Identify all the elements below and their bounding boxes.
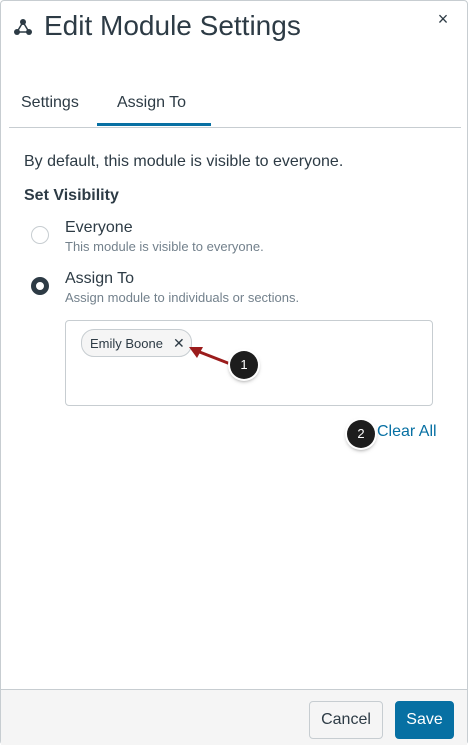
assignee-name: Emily Boone bbox=[90, 335, 163, 351]
everyone-sublabel: This module is visible to everyone. bbox=[65, 239, 264, 254]
set-visibility-label: Set Visibility bbox=[24, 187, 119, 204]
assign-to-label: Assign To bbox=[65, 270, 135, 287]
assign-to-sublabel: Assign module to individuals or sections… bbox=[65, 290, 300, 305]
save-button[interactable]: Save bbox=[395, 701, 454, 739]
dialog-header: Edit Module Settings × bbox=[1, 1, 467, 57]
dialog-title: Edit Module Settings bbox=[44, 10, 301, 41]
tab-settings[interactable]: Settings bbox=[21, 93, 79, 113]
assign-to-radio[interactable] bbox=[31, 277, 49, 295]
everyone-radio[interactable] bbox=[31, 226, 49, 244]
dialog-footer: Cancel Save bbox=[1, 689, 467, 745]
tab-list: Settings Assign To bbox=[9, 81, 461, 128]
callout-badge-2: 2 bbox=[347, 420, 375, 448]
visibility-description: By default, this module is visible to ev… bbox=[24, 153, 344, 170]
tab-assign-to[interactable]: Assign To bbox=[117, 93, 186, 113]
modules-icon bbox=[14, 19, 32, 35]
clear-all-link[interactable]: Clear All bbox=[377, 422, 437, 442]
active-tab-indicator bbox=[97, 123, 211, 126]
cancel-button[interactable]: Cancel bbox=[309, 701, 383, 739]
close-icon[interactable]: × bbox=[433, 9, 453, 29]
callout-badge-1: 1 bbox=[230, 351, 258, 379]
edit-module-settings-dialog: Edit Module Settings × Settings Assign T… bbox=[0, 0, 468, 745]
assignee-pill: Emily Boone ✕ bbox=[81, 329, 192, 357]
everyone-label: Everyone bbox=[65, 219, 133, 236]
